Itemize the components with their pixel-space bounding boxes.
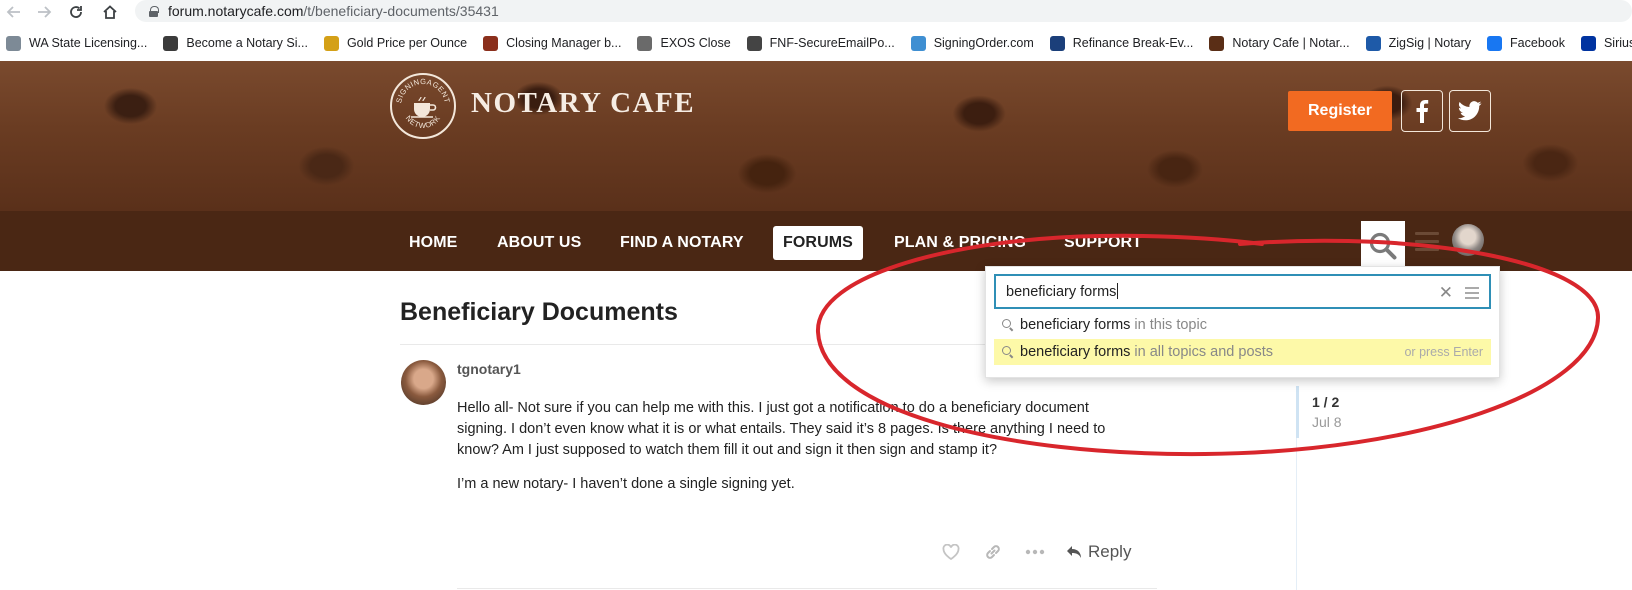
- timeline-date: Jul 8: [1312, 414, 1342, 430]
- reply-button[interactable]: Reply: [1066, 542, 1131, 562]
- search-result-this-topic[interactable]: beneficiary forms in this topic: [994, 312, 1491, 338]
- site-header: SIGNINGAGENT NETWORK NOTARY CAFE Registe…: [0, 61, 1632, 211]
- bookmark-label: Closing Manager b...: [506, 36, 622, 50]
- bookmark-favicon-icon: [746, 35, 762, 51]
- timeline-rail[interactable]: [1296, 438, 1297, 590]
- bookmark-label: SiriusXM - Search: [1603, 36, 1632, 50]
- author-avatar[interactable]: [401, 360, 446, 405]
- bookmark-item[interactable]: EXOS Close: [637, 35, 731, 51]
- enter-hint: or press Enter: [1404, 345, 1483, 359]
- divider: [457, 588, 1157, 589]
- bookmark-item[interactable]: Notary Cafe | Notar...: [1209, 35, 1350, 51]
- timeline-position[interactable]: 1 / 2: [1312, 394, 1339, 410]
- link-icon[interactable]: [982, 541, 1004, 563]
- sliders-icon[interactable]: [1465, 287, 1479, 299]
- bookmark-favicon-icon: [1209, 35, 1225, 51]
- search-icon: [1002, 319, 1014, 331]
- bookmark-label: EXOS Close: [660, 36, 731, 50]
- bookmark-label: Notary Cafe | Notar...: [1232, 36, 1350, 50]
- bookmark-favicon-icon: [163, 35, 179, 51]
- signingagent-seal-logo[interactable]: SIGNINGAGENT NETWORK: [390, 73, 456, 139]
- bookmark-item[interactable]: Refinance Break-Ev...: [1049, 35, 1194, 51]
- timeline-scroller[interactable]: [1296, 386, 1299, 438]
- main-navbar: HOME ABOUT US FIND A NOTARY FORUMS PLAN …: [0, 211, 1632, 271]
- search-query: beneficiary forms: [1006, 284, 1117, 300]
- post-author[interactable]: tgnotary1: [457, 361, 521, 377]
- facebook-icon[interactable]: [1401, 90, 1443, 132]
- bookmark-item[interactable]: Facebook: [1487, 35, 1565, 51]
- user-avatar[interactable]: [1452, 224, 1484, 256]
- close-icon[interactable]: ✕: [1439, 283, 1453, 303]
- arrow-left-icon[interactable]: [4, 2, 24, 22]
- nav-find-a-notary[interactable]: FIND A NOTARY: [610, 226, 754, 260]
- bookmark-item[interactable]: SiriusXM - Search: [1580, 35, 1632, 51]
- bookmark-favicon-icon: [323, 35, 339, 51]
- result-scope: in this topic: [1134, 317, 1207, 333]
- bookmark-label: Facebook: [1510, 36, 1565, 50]
- hamburger-menu-icon[interactable]: [1415, 232, 1439, 252]
- bookmark-item[interactable]: SigningOrder.com: [910, 35, 1034, 51]
- nav-support[interactable]: SUPPORT: [1054, 226, 1152, 260]
- bookmark-favicon-icon: [637, 35, 653, 51]
- nav-plan-pricing[interactable]: PLAN & PRICING: [884, 226, 1036, 260]
- search-icon: [1002, 346, 1014, 358]
- reload-icon[interactable]: [66, 2, 86, 22]
- bookmark-label: Refinance Break-Ev...: [1072, 36, 1194, 50]
- search-input[interactable]: beneficiary forms ✕: [994, 274, 1491, 309]
- more-options-icon[interactable]: [1024, 541, 1046, 563]
- search-result-all-topics[interactable]: beneficiary forms in all topics and post…: [994, 339, 1491, 365]
- nav-about-us[interactable]: ABOUT US: [487, 226, 591, 260]
- bookmark-favicon-icon: [1580, 35, 1596, 51]
- reply-label: Reply: [1088, 542, 1132, 561]
- bookmark-favicon-icon: [6, 35, 21, 51]
- bookmark-item[interactable]: Become a Notary Si...: [163, 35, 308, 51]
- twitter-icon[interactable]: [1449, 90, 1491, 132]
- bookmark-item[interactable]: ZigSig | Notary: [1365, 35, 1472, 51]
- brand-name[interactable]: NOTARY CAFE: [471, 87, 695, 120]
- bookmark-item[interactable]: FNF-SecureEmailPo...: [746, 35, 895, 51]
- browser-toolbar: forum.notarycafe.com/t/beneficiary-docum…: [0, 0, 1632, 24]
- home-icon[interactable]: [100, 2, 120, 22]
- post-paragraph: Hello all- Not sure if you can help me w…: [457, 400, 1106, 458]
- bookmark-label: WA State Licensing...: [29, 36, 148, 50]
- bookmark-favicon-icon: [1487, 35, 1503, 51]
- bookmark-favicon-icon: [483, 35, 499, 51]
- result-scope: in all topics and posts: [1134, 344, 1274, 360]
- nav-home[interactable]: HOME: [399, 226, 467, 260]
- bookmark-label: Gold Price per Ounce: [346, 36, 468, 50]
- bookmark-label: SigningOrder.com: [933, 36, 1034, 50]
- bookmark-item[interactable]: WA State Licensing...: [6, 35, 148, 51]
- arrow-right-icon[interactable]: [34, 2, 54, 22]
- bookmarks-bar: WA State Licensing... Become a Notary Si.…: [0, 30, 1632, 56]
- heart-icon[interactable]: [940, 541, 962, 563]
- result-term: beneficiary forms: [1020, 317, 1131, 333]
- bookmark-label: ZigSig | Notary: [1388, 36, 1472, 50]
- bookmark-favicon-icon: [910, 35, 926, 51]
- nav-forums[interactable]: FORUMS: [773, 226, 863, 260]
- url-path: /t/beneficiary-documents/35431: [303, 3, 499, 19]
- bookmark-favicon-icon: [1365, 35, 1381, 51]
- search-icon[interactable]: [1361, 221, 1405, 271]
- lock-icon: [149, 5, 159, 17]
- bookmark-item[interactable]: Closing Manager b...: [483, 35, 622, 51]
- address-bar[interactable]: forum.notarycafe.com/t/beneficiary-docum…: [135, 0, 1632, 22]
- post-actions: Reply: [940, 538, 1131, 566]
- url-host: forum.notarycafe.com: [168, 3, 304, 19]
- bookmark-label: Become a Notary Si...: [186, 36, 308, 50]
- register-button[interactable]: Register: [1288, 91, 1392, 131]
- search-menu: beneficiary forms ✕ beneficiary forms in…: [985, 266, 1500, 378]
- bookmark-favicon-icon: [1049, 35, 1065, 51]
- bookmark-item[interactable]: Gold Price per Ounce: [323, 35, 468, 51]
- reply-arrow-icon: [1066, 545, 1082, 559]
- result-term: beneficiary forms: [1020, 344, 1131, 360]
- post-paragraph: I’m a new notary- I haven’t done a singl…: [457, 476, 795, 492]
- bookmark-label: FNF-SecureEmailPo...: [769, 36, 895, 50]
- topic-title[interactable]: Beneficiary Documents: [400, 298, 678, 327]
- post-body: Hello all- Not sure if you can help me w…: [457, 398, 1137, 508]
